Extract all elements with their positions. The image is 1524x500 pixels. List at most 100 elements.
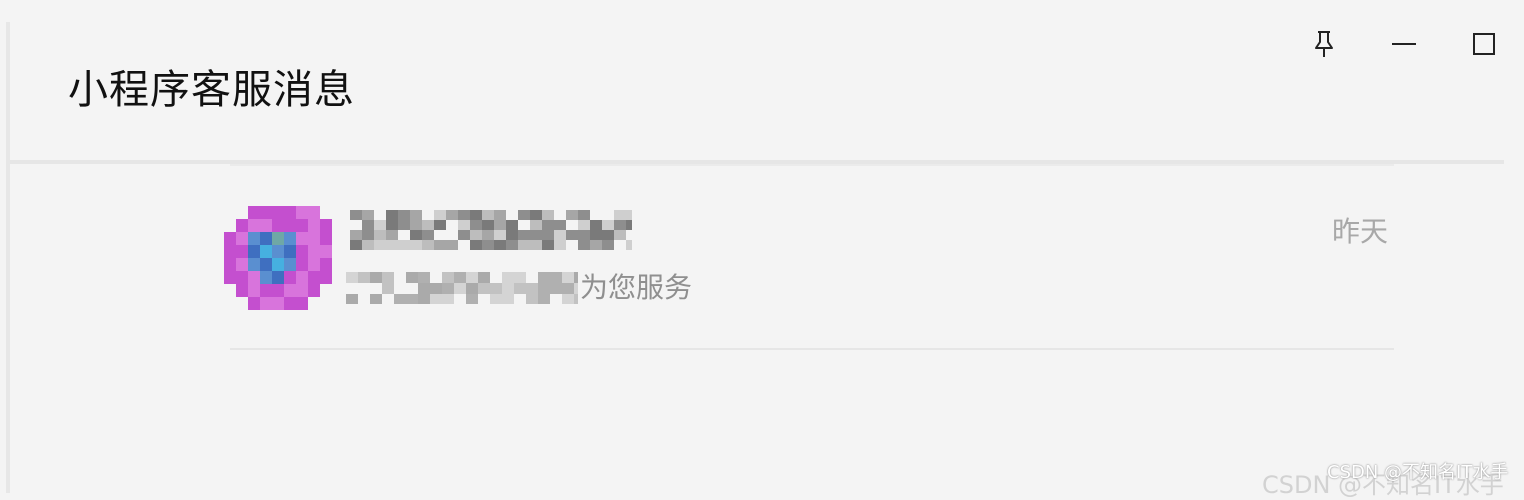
obscured-pixel	[590, 230, 602, 240]
obscured-pixel	[502, 294, 514, 304]
avatar-pixel	[296, 245, 308, 258]
obscured-pixel	[430, 283, 442, 294]
avatar-pixel	[284, 232, 296, 245]
obscured-pixel	[494, 220, 506, 230]
avatar-pixel	[260, 232, 272, 245]
window-left-border	[6, 22, 10, 493]
obscured-pixel	[602, 240, 614, 250]
obscured-pixel	[574, 272, 578, 283]
obscured-pixel	[362, 230, 374, 240]
avatar-pixel	[260, 284, 272, 297]
obscured-pixel	[574, 294, 578, 304]
obscured-pixel	[398, 240, 410, 250]
avatar-pixel	[320, 219, 332, 232]
avatar	[224, 206, 336, 310]
customer-service-window: 小程序客服消息 为您服务 昨天 CSDN @不知名IT水手 CSDN @不知名I…	[0, 0, 1524, 499]
avatar-pixel	[320, 245, 332, 258]
obscured-pixel	[482, 220, 494, 230]
avatar-pixel	[284, 297, 296, 310]
obscured-pixel	[442, 283, 454, 294]
obscured-pixel	[494, 230, 506, 240]
obscured-pixel	[562, 272, 574, 283]
obscured-pixel	[542, 240, 554, 250]
obscured-pixel	[382, 272, 394, 283]
obscured-pixel	[410, 220, 422, 230]
obscured-pixel	[398, 220, 410, 230]
pin-icon	[1312, 29, 1336, 59]
obscured-pixel	[410, 210, 422, 220]
obscured-pixel	[370, 272, 382, 283]
avatar-pixel	[272, 271, 284, 284]
window-controls	[1284, 24, 1524, 64]
avatar-pixel	[320, 232, 332, 245]
avatar-pixel	[284, 284, 296, 297]
obscured-pixel	[506, 220, 518, 230]
obscured-pixel	[502, 272, 514, 283]
obscured-pixel	[538, 283, 550, 294]
avatar-pixel	[296, 258, 308, 271]
obscured-pixel	[530, 240, 542, 250]
obscured-pixel	[418, 272, 430, 283]
avatar-pixel	[260, 271, 272, 284]
obscured-pixel	[478, 272, 490, 283]
obscured-pixel	[466, 283, 478, 294]
session-time: 昨天	[1331, 215, 1388, 248]
maximize-button[interactable]	[1444, 24, 1524, 64]
obscured-pixel	[406, 272, 418, 283]
obscured-pixel	[362, 210, 374, 220]
obscured-pixel	[470, 210, 482, 220]
avatar-pixel	[272, 284, 284, 297]
obscured-pixel	[602, 220, 614, 230]
avatar-pixel	[308, 284, 320, 297]
avatar-pixel	[236, 219, 248, 232]
minimize-button[interactable]	[1364, 24, 1444, 64]
obscured-pixel	[590, 220, 602, 230]
obscured-pixel	[614, 220, 626, 230]
obscured-pixel	[458, 210, 470, 220]
avatar-pixel	[296, 219, 308, 232]
avatar-pixel	[224, 245, 236, 258]
session-name-obscured	[350, 210, 632, 250]
session-list-item[interactable]: 为您服务 昨天	[220, 180, 1400, 350]
obscured-pixel	[538, 294, 550, 304]
obscured-pixel	[626, 240, 632, 250]
obscured-pixel	[542, 210, 554, 220]
avatar-pixel	[296, 297, 308, 310]
avatar-pixel	[236, 258, 248, 271]
avatar-pixel	[260, 245, 272, 258]
obscured-pixel	[614, 210, 626, 220]
obscured-pixel	[538, 272, 550, 283]
obscured-pixel	[422, 220, 434, 230]
obscured-pixel	[418, 294, 430, 304]
obscured-pixel	[554, 240, 566, 250]
obscured-pixel	[454, 272, 466, 283]
avatar-pixel	[224, 271, 236, 284]
obscured-pixel	[542, 230, 554, 240]
obscured-pixel	[374, 220, 386, 230]
obscured-pixel	[578, 240, 590, 250]
obscured-pixel	[482, 240, 494, 250]
obscured-pixel	[574, 283, 578, 294]
obscured-pixel	[434, 240, 446, 250]
avatar-pixel	[248, 284, 260, 297]
pin-button[interactable]	[1284, 24, 1364, 64]
obscured-pixel	[490, 283, 502, 294]
obscured-pixel	[350, 230, 362, 240]
avatar-pixel	[248, 206, 260, 219]
obscured-pixel	[518, 240, 530, 250]
obscured-pixel	[566, 230, 578, 240]
avatar-pixel	[284, 271, 296, 284]
obscured-pixel	[502, 283, 514, 294]
obscured-pixel	[418, 283, 430, 294]
avatar-pixel	[272, 219, 284, 232]
obscured-pixel	[410, 240, 422, 250]
avatar-pixel	[284, 258, 296, 271]
session-preview: 为您服务	[346, 268, 692, 308]
avatar-pixel	[248, 297, 260, 310]
obscured-pixel	[526, 294, 538, 304]
avatar-pixel	[296, 232, 308, 245]
obscured-pixel	[578, 220, 590, 230]
avatar-pixel	[236, 271, 248, 284]
obscured-pixel	[394, 294, 406, 304]
obscured-pixel	[442, 294, 454, 304]
